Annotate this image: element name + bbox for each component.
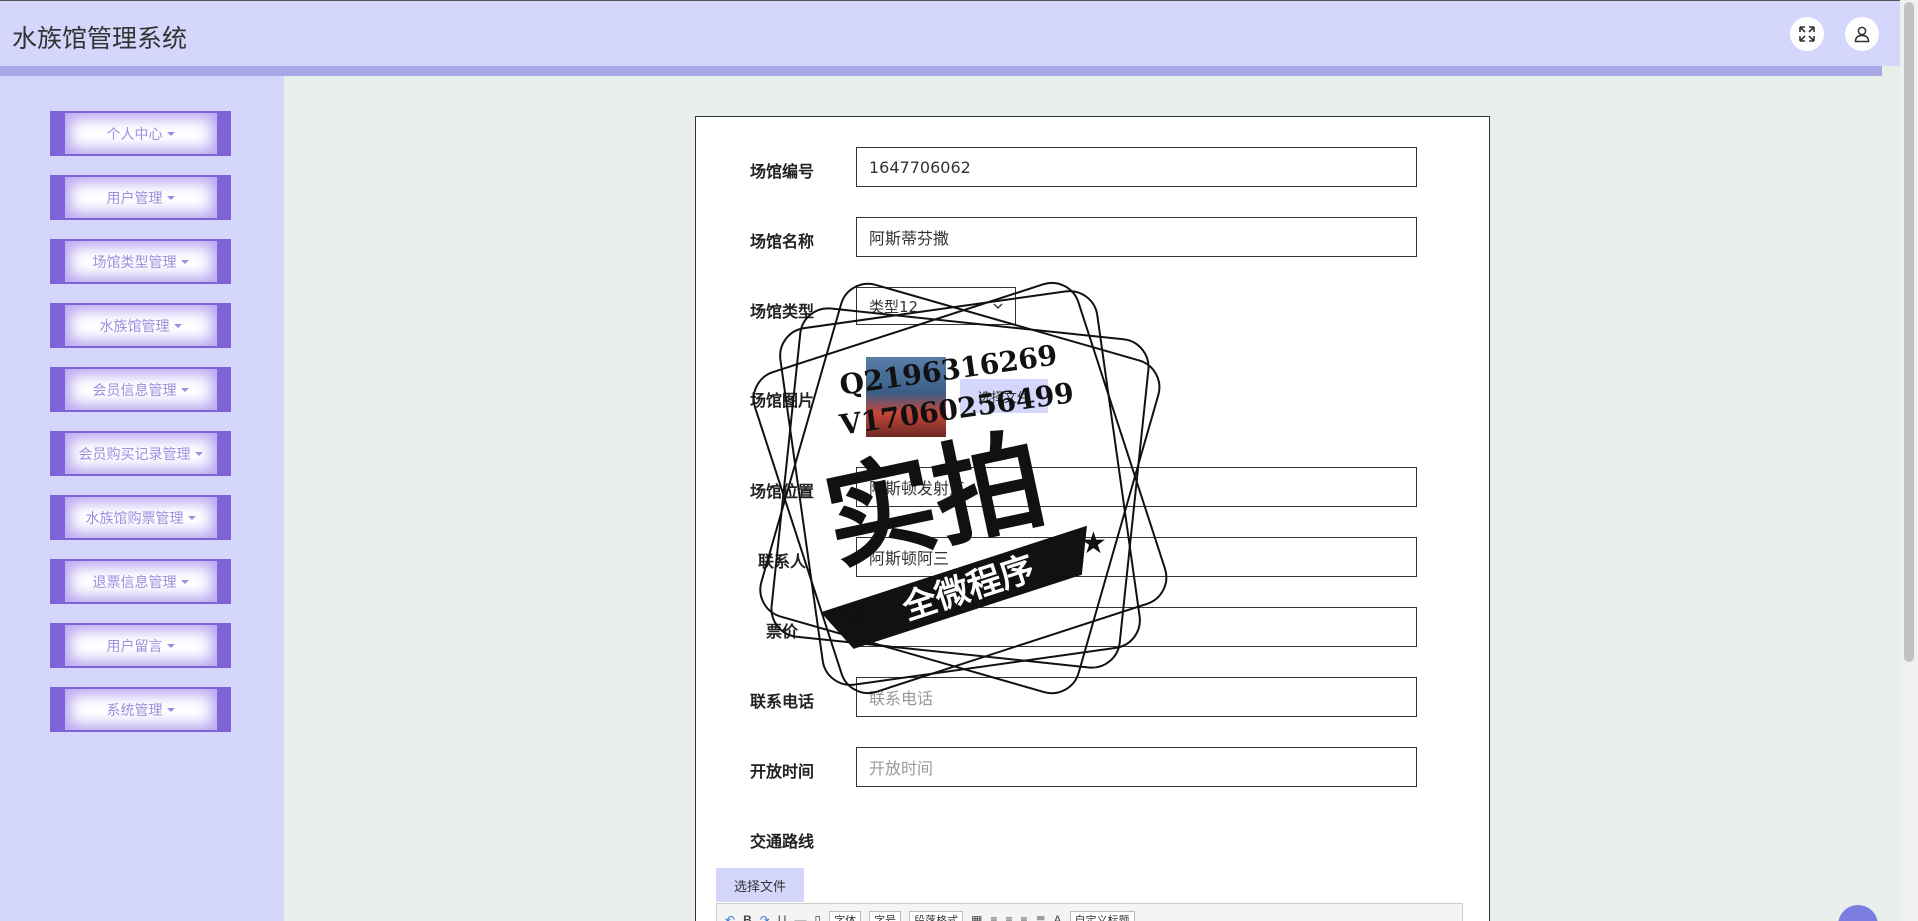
venue-no-row: 场馆编号 1647706062 [696, 147, 1491, 187]
caret-down-icon [166, 131, 175, 136]
contact-label: 联系人 [758, 552, 807, 571]
underline-icon[interactable]: U [778, 913, 787, 921]
venue-type-row: 场馆类型 类型12 [696, 287, 1491, 327]
caret-down-icon [194, 451, 203, 456]
sidebar-item-ticket-management[interactable]: 水族馆购票管理 [50, 495, 231, 540]
justify-icon[interactable]: ≣ [1035, 913, 1045, 921]
app-title: 水族馆管理系统 [12, 24, 188, 53]
chevron-down-icon [993, 303, 1003, 309]
open-time-input[interactable]: 开放时间 [856, 747, 1417, 787]
ticket-price-input[interactable]: 11 [856, 607, 1417, 647]
venue-image-label: 场馆图片 [750, 391, 815, 410]
caret-down-icon [180, 387, 189, 392]
sidebar-item-user-management[interactable]: 用户管理 [50, 175, 231, 220]
align-left-icon[interactable]: ≡ [990, 913, 997, 921]
custom-title-select[interactable]: 自定义标题 [1069, 911, 1135, 921]
sidebar: 个人中心 用户管理 场馆类型管理 水族馆管理 会员信息管理 会员购买记录管理 水… [0, 76, 284, 921]
align-center-icon[interactable]: ≡ [1005, 913, 1012, 921]
contact-row: 联系人 阿斯顿阿三 [696, 537, 1491, 577]
caret-down-icon [166, 195, 175, 200]
venue-image-thumbnail [866, 357, 946, 437]
caret-down-icon [180, 579, 189, 584]
horizontal-rule-icon[interactable]: — [794, 913, 806, 921]
phone-input[interactable]: 联系电话 [856, 677, 1417, 717]
vertical-scrollbar[interactable] [1900, 0, 1918, 921]
sidebar-item-venue-type-management[interactable]: 场馆类型管理 [50, 239, 231, 284]
venue-no-input[interactable]: 1647706062 [856, 147, 1417, 187]
sidebar-item-aquarium-management[interactable]: 水族馆管理 [50, 303, 231, 348]
venue-type-select[interactable]: 类型12 [856, 287, 1016, 325]
top-header: 水族馆管理系统 [0, 0, 1900, 66]
fullscreen-button[interactable] [1790, 17, 1824, 51]
font-color-icon[interactable]: A [1054, 913, 1062, 921]
venue-image-row: 场馆图片 选择文件 [696, 357, 1491, 437]
caret-down-icon [166, 707, 175, 712]
sidebar-item-member-purchase-management[interactable]: 会员购买记录管理 [50, 431, 231, 476]
expand-icon [1799, 26, 1815, 42]
venue-name-label: 场馆名称 [750, 232, 815, 251]
user-icon [1854, 26, 1870, 43]
user-button[interactable] [1845, 17, 1879, 51]
venue-location-row: 场馆位置 阿斯顿发射点 [696, 467, 1491, 507]
sidebar-item-personal-center[interactable]: 个人中心 [50, 111, 231, 156]
sidebar-item-member-info-management[interactable]: 会员信息管理 [50, 367, 231, 412]
table-icon[interactable]: ▦ [971, 913, 982, 921]
phone-label: 联系电话 [750, 692, 815, 711]
document-icon[interactable]: ▯ [814, 913, 821, 921]
undo-icon[interactable]: ↶ [725, 913, 735, 921]
venue-type-label: 场馆类型 [750, 302, 815, 321]
rich-text-toolbar: ↶ B ↷ U — ▯ 字体 字号 段落格式 ▦ ≡ ≡ ≡ ≣ A 自定义标题 [716, 903, 1463, 921]
font-size-select[interactable]: 字号 [869, 911, 902, 921]
route-label: 交通路线 [750, 832, 815, 851]
venue-no-label: 场馆编号 [750, 162, 815, 181]
caret-down-icon [173, 323, 182, 328]
align-right-icon[interactable]: ≡ [1020, 913, 1027, 921]
font-family-select[interactable]: 字体 [829, 911, 862, 921]
contact-input[interactable]: 阿斯顿阿三 [856, 537, 1417, 577]
sidebar-item-system-management[interactable]: 系统管理 [50, 687, 231, 732]
redo-icon[interactable]: ↷ [760, 913, 770, 921]
sidebar-item-user-messages[interactable]: 用户留言 [50, 623, 231, 668]
paragraph-format-select[interactable]: 段落格式 [909, 911, 964, 921]
route-upload-button[interactable]: 选择文件 [716, 868, 804, 902]
venue-location-label: 场馆位置 [750, 482, 815, 501]
caret-down-icon [180, 259, 189, 264]
venue-form: 场馆编号 1647706062 场馆名称 阿斯蒂芬撒 场馆类型 类型12 场馆图… [695, 116, 1490, 921]
sidebar-item-refund-management[interactable]: 退票信息管理 [50, 559, 231, 604]
route-row: 交通路线 [696, 817, 1491, 857]
ticket-price-row: 票价 11 [696, 607, 1491, 647]
floating-action-button[interactable] [1838, 905, 1878, 921]
venue-name-row: 场馆名称 阿斯蒂芬撒 [696, 217, 1491, 257]
ticket-price-label: 票价 [766, 622, 799, 641]
bold-icon[interactable]: B [743, 913, 752, 921]
scrollbar-thumb[interactable] [1904, 2, 1914, 662]
choose-file-button[interactable]: 选择文件 [960, 379, 1048, 413]
venue-location-input[interactable]: 阿斯顿发射点 [856, 467, 1417, 507]
caret-down-icon [166, 643, 175, 648]
open-time-label: 开放时间 [750, 762, 815, 781]
caret-down-icon [187, 515, 196, 520]
phone-row: 联系电话 联系电话 [696, 677, 1491, 717]
venue-name-input[interactable]: 阿斯蒂芬撒 [856, 217, 1417, 257]
open-time-row: 开放时间 开放时间 [696, 747, 1491, 787]
header-strip [0, 66, 1882, 76]
